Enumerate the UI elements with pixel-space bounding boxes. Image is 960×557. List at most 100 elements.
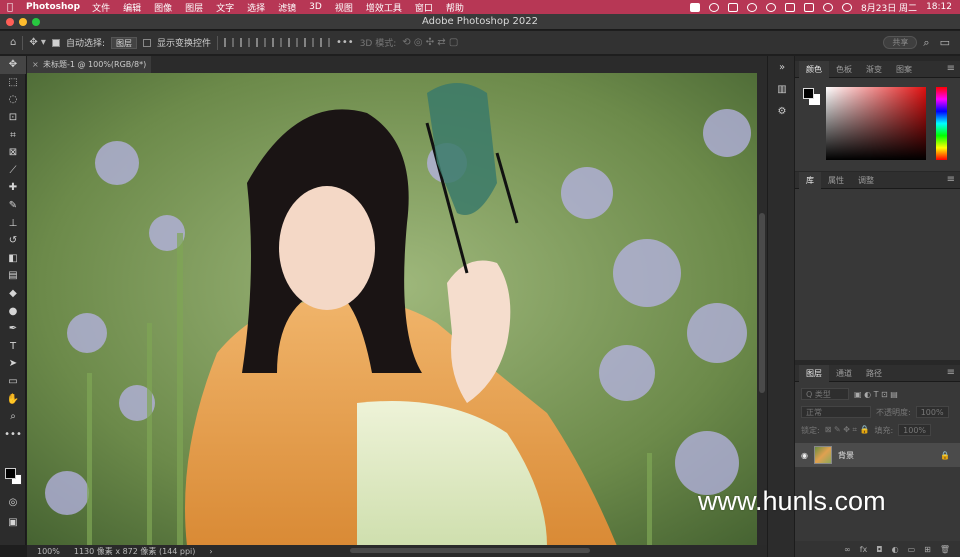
layer-filter-icons[interactable]: ▣ ◐ T ⊡ ▤ bbox=[854, 390, 898, 399]
tab-adjustments[interactable]: 调整 bbox=[851, 172, 881, 189]
show-transform-checkbox[interactable] bbox=[142, 38, 151, 47]
auto-select-dropdown[interactable]: 图层 bbox=[110, 36, 137, 49]
tab-swatches[interactable]: 色板 bbox=[829, 61, 859, 78]
tray-circle-icon[interactable] bbox=[766, 2, 777, 12]
align-bottom-icon[interactable] bbox=[304, 38, 314, 47]
blend-mode-dropdown[interactable]: 正常 bbox=[801, 406, 871, 418]
fill-field[interactable]: 100% bbox=[898, 424, 932, 436]
foreground-color-swatch[interactable] bbox=[803, 88, 814, 99]
workspace-icon[interactable]: ▭ bbox=[940, 36, 950, 50]
edit-toolbar-icon[interactable]: ••• bbox=[0, 425, 26, 443]
menu-image[interactable]: 图像 bbox=[154, 1, 172, 14]
vertical-scrollbar[interactable] bbox=[757, 73, 767, 546]
status-app-icon[interactable] bbox=[690, 2, 701, 12]
lasso-tool-icon[interactable]: ◌ bbox=[0, 91, 26, 109]
wechat-icon[interactable] bbox=[747, 2, 758, 12]
layer-style-icon[interactable]: fx bbox=[860, 545, 868, 554]
minimize-window-button[interactable] bbox=[19, 18, 27, 26]
distribute-icon[interactable] bbox=[320, 38, 330, 47]
menu-help[interactable]: 帮助 bbox=[446, 1, 464, 14]
pen-tool-icon[interactable]: ✒ bbox=[0, 320, 26, 338]
history-brush-tool-icon[interactable]: ↺ bbox=[0, 232, 26, 250]
layer-row[interactable]: ◉ 背景 🔒 bbox=[795, 443, 960, 467]
crop-tool-icon[interactable]: ⌗ bbox=[0, 126, 26, 144]
auto-select-checkbox[interactable] bbox=[51, 38, 60, 47]
document-canvas[interactable] bbox=[27, 73, 757, 546]
gradient-tool-icon[interactable]: ▤ bbox=[0, 267, 26, 285]
tab-gradients[interactable]: 渐变 bbox=[859, 61, 889, 78]
input-method-icon[interactable] bbox=[785, 2, 796, 12]
zoom-tool-icon[interactable]: ⌕ bbox=[0, 408, 26, 426]
path-select-tool-icon[interactable]: ➤ bbox=[0, 355, 26, 373]
wifi-icon[interactable] bbox=[804, 2, 815, 12]
quick-mask-icon[interactable]: ◎ bbox=[0, 494, 26, 512]
tab-color[interactable]: 颜色 bbox=[799, 60, 829, 78]
tray-app-icon[interactable] bbox=[728, 2, 739, 12]
scrollbar-thumb[interactable] bbox=[759, 213, 765, 393]
color-picker-field[interactable] bbox=[826, 87, 926, 160]
menu-edit[interactable]: 编辑 bbox=[123, 1, 141, 14]
menu-filter[interactable]: 滤镜 bbox=[278, 1, 296, 14]
foreground-color-swatch[interactable] bbox=[5, 468, 16, 479]
tab-paths[interactable]: 路径 bbox=[859, 365, 889, 382]
hand-tool-icon[interactable]: ✋ bbox=[0, 390, 26, 408]
new-layer-icon[interactable]: ⊞ bbox=[924, 545, 931, 554]
apple-icon[interactable]:  bbox=[0, 2, 20, 13]
add-mask-icon[interactable]: ◘ bbox=[876, 545, 882, 554]
creative-cloud-icon[interactable] bbox=[709, 2, 720, 12]
object-select-tool-icon[interactable]: ⊡ bbox=[0, 109, 26, 127]
marquee-tool-icon[interactable]: ⬚ bbox=[0, 74, 26, 92]
blur-tool-icon[interactable]: ◆ bbox=[0, 285, 26, 303]
adjustment-layer-icon[interactable]: ◐ bbox=[892, 545, 899, 554]
menu-select[interactable]: 选择 bbox=[247, 1, 265, 14]
layer-kind-filter[interactable]: Q 类型 bbox=[801, 388, 849, 400]
tab-channels[interactable]: 通道 bbox=[829, 365, 859, 382]
delete-layer-icon[interactable]: 🗑 bbox=[940, 545, 950, 554]
share-button[interactable]: 共享 bbox=[883, 36, 918, 49]
search-icon[interactable] bbox=[823, 2, 834, 12]
clone-stamp-tool-icon[interactable]: ⊥ bbox=[0, 214, 26, 232]
status-arrow-icon[interactable]: › bbox=[209, 547, 212, 556]
home-icon[interactable]: ⌂ bbox=[10, 37, 16, 48]
align-middle-icon[interactable] bbox=[288, 38, 298, 47]
type-tool-icon[interactable]: T bbox=[0, 338, 26, 356]
dodge-tool-icon[interactable]: ● bbox=[0, 302, 26, 320]
align-right-icon[interactable] bbox=[256, 38, 266, 47]
screen-mode-icon[interactable]: ▣ bbox=[0, 514, 26, 532]
tab-layers[interactable]: 图层 bbox=[799, 364, 829, 382]
more-options-icon[interactable]: ••• bbox=[336, 37, 354, 48]
align-left-icon[interactable] bbox=[224, 38, 234, 47]
eraser-tool-icon[interactable]: ◧ bbox=[0, 250, 26, 268]
properties-panel-icon[interactable]: ⚙ bbox=[768, 100, 796, 122]
opacity-field[interactable]: 100% bbox=[915, 406, 949, 418]
menubar-date[interactable]: 8月23日 周二 bbox=[861, 1, 917, 14]
healing-brush-tool-icon[interactable]: ✚ bbox=[0, 179, 26, 197]
lock-icons[interactable]: ⊠ ✎ ✥ ⌗ 🔒 bbox=[825, 425, 870, 435]
hue-slider[interactable] bbox=[936, 87, 947, 160]
menu-view[interactable]: 视图 bbox=[335, 1, 353, 14]
panel-menu-icon[interactable]: ≡ bbox=[947, 174, 955, 185]
menubar-time[interactable]: 18:12 bbox=[926, 2, 952, 12]
link-layers-icon[interactable]: ∞ bbox=[844, 545, 851, 554]
zoom-window-button[interactable] bbox=[32, 18, 40, 26]
horizontal-scrollbar[interactable] bbox=[350, 548, 590, 553]
menu-window[interactable]: 窗口 bbox=[415, 1, 433, 14]
close-tab-icon[interactable]: × bbox=[32, 56, 39, 73]
eyedropper-tool-icon[interactable]: ⟋ bbox=[0, 162, 26, 180]
history-panel-icon[interactable]: ▥ bbox=[768, 78, 796, 100]
brush-tool-icon[interactable]: ✎ bbox=[0, 197, 26, 215]
collapse-panels-icon[interactable]: » bbox=[768, 56, 796, 78]
search-icon[interactable]: ⌕ bbox=[923, 36, 929, 50]
menu-file[interactable]: 文件 bbox=[92, 1, 110, 14]
close-window-button[interactable] bbox=[6, 18, 14, 26]
panel-menu-icon[interactable]: ≡ bbox=[947, 367, 955, 378]
document-tab[interactable]: × 未标题-1 @ 100%(RGB/8*) bbox=[27, 56, 151, 73]
color-swatches[interactable] bbox=[5, 468, 23, 486]
align-center-icon[interactable] bbox=[240, 38, 250, 47]
move-tool-preset-icon[interactable]: ✥ ▾ bbox=[29, 37, 46, 48]
app-menu[interactable]: Photoshop bbox=[26, 2, 80, 12]
menu-type[interactable]: 文字 bbox=[216, 1, 234, 14]
3d-tools-icon[interactable]: ⟲ ◎ ✣ ⇄ ▢ bbox=[402, 37, 458, 48]
siri-icon[interactable] bbox=[842, 2, 853, 12]
menu-plugins[interactable]: 增效工具 bbox=[366, 1, 402, 14]
